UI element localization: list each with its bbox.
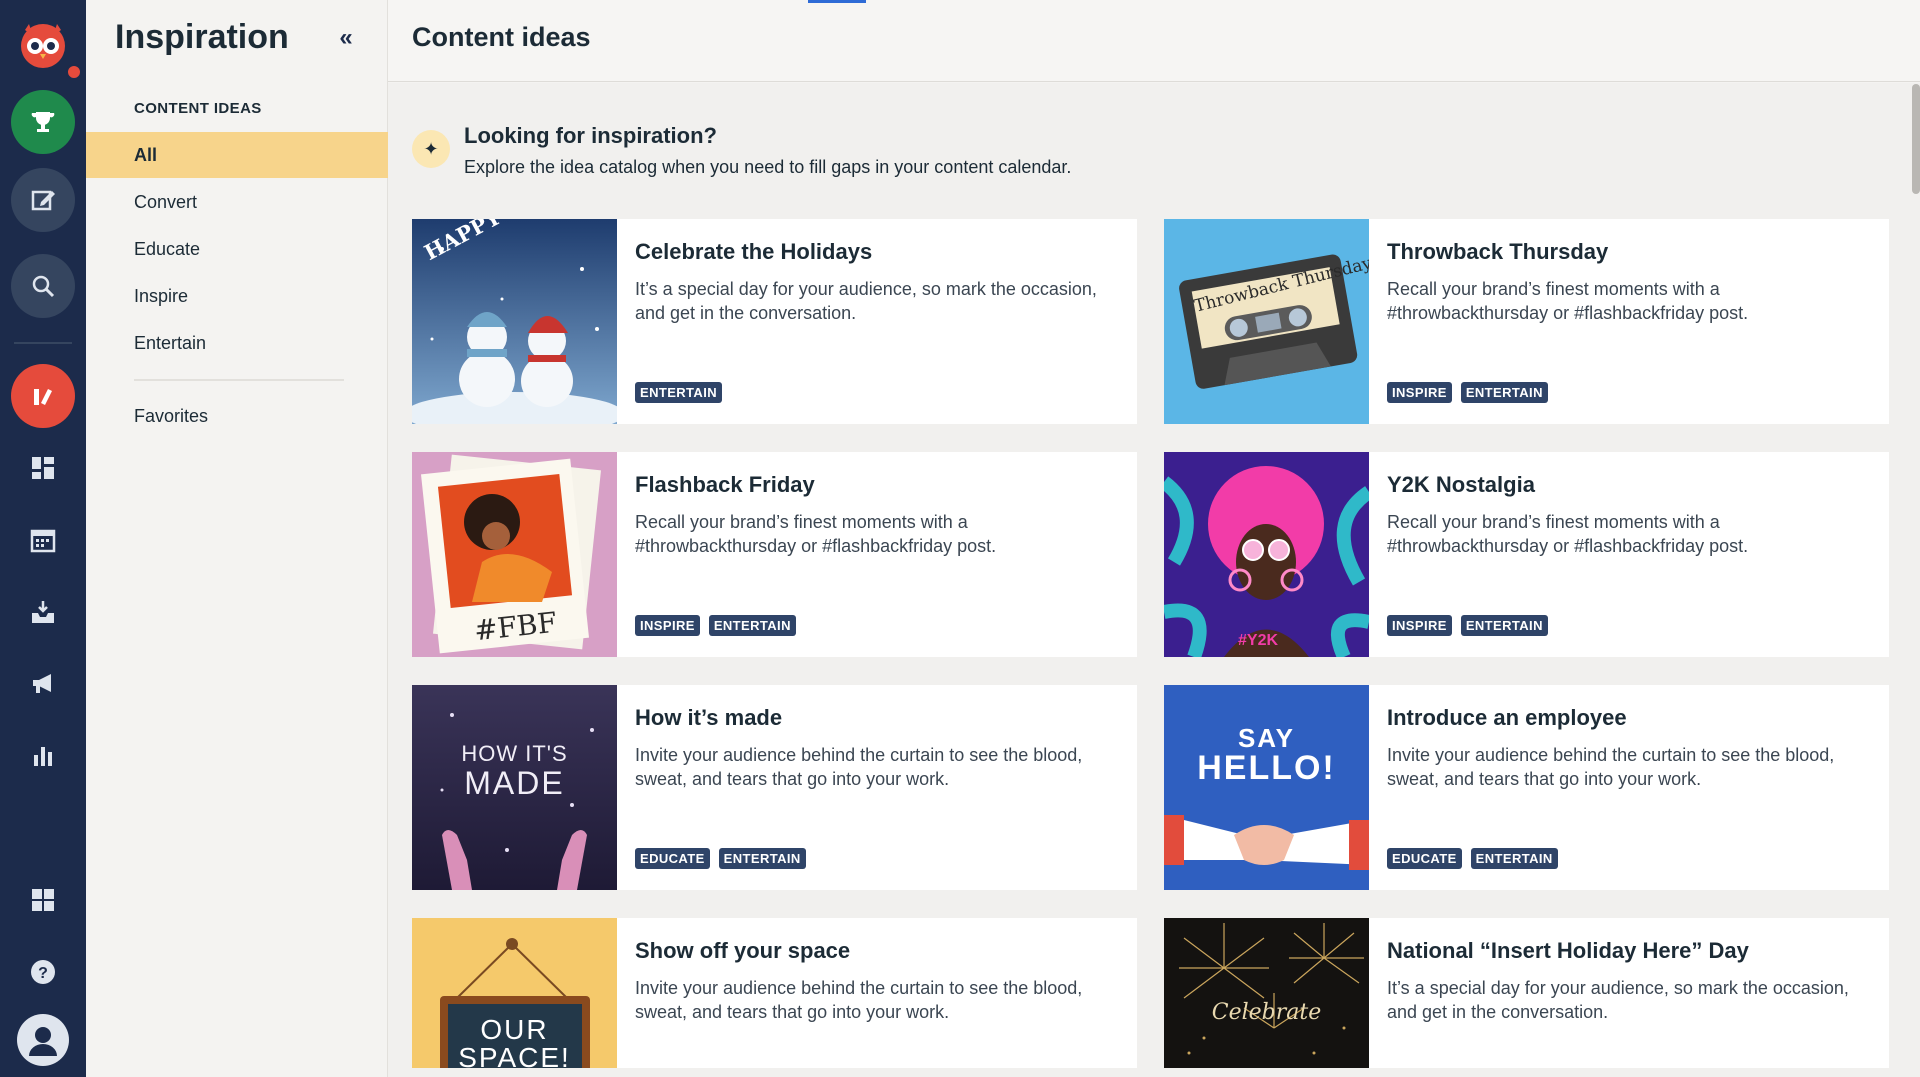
card-description: Invite your audience behind the curtain … [635, 978, 1083, 1022]
y2k-thumbnail-text: #Y2K [1238, 632, 1279, 649]
svg-text:?: ? [38, 965, 48, 982]
sidebar-item-all[interactable]: All [86, 132, 388, 178]
tag-inspire: INSPIRE [1387, 382, 1452, 403]
section-label-content-ideas: CONTENT IDEAS [134, 100, 262, 117]
idea-card-how-its-made[interactable]: HOW IT'S MADE How it’s made Invite your … [412, 685, 1137, 890]
inspiration-banner-subtitle: Explore the idea catalog when you need t… [464, 157, 1072, 177]
introduce-employee-thumbnail: SAY HELLO! [1164, 685, 1369, 890]
sidebar-item-educate[interactable]: Educate [86, 226, 388, 272]
rail-divider [14, 342, 72, 344]
inspiration-banner-title: Looking for inspiration? [464, 123, 717, 148]
card-title: Celebrate the Holidays [635, 239, 873, 264]
national-holiday-thumbnail-text: Celebrate [1211, 1000, 1322, 1025]
card-description: Recall your brand’s finest moments with … [1387, 279, 1749, 323]
y2k-thumbnail: #Y2K [1164, 452, 1369, 657]
card-title: National “Insert Holiday Here” Day [1387, 938, 1749, 963]
card-title: Y2K Nostalgia [1387, 472, 1535, 497]
introduce-employee-thumbnail-text-2: HELLO! [1197, 749, 1336, 787]
tag-inspire: INSPIRE [635, 615, 700, 636]
card-description: Recall your brand’s finest moments with … [635, 512, 997, 556]
card-tags: EDUCATE ENTERTAIN [1387, 848, 1558, 869]
tag-entertain: ENTERTAIN [708, 615, 796, 636]
how-its-made-thumbnail-text-2: MADE [464, 765, 565, 801]
apps-icon[interactable] [23, 880, 63, 920]
card-description: It’s a special day for your audience, so… [1387, 978, 1849, 1022]
card-title: Throwback Thursday [1387, 239, 1609, 264]
inbox-icon[interactable] [23, 592, 63, 632]
national-holiday-thumbnail: Celebrate [1164, 918, 1369, 1068]
idea-card-introduce-employee[interactable]: SAY HELLO! Introduce an employee Invite … [1164, 685, 1889, 890]
content-ideas-main: ✦ Looking for inspiration? Explore the i… [388, 83, 1920, 1077]
idea-card-celebrate-holidays[interactable]: HAPPY HOLIDAYS Celebrate the Holidays It… [412, 219, 1137, 424]
owl-logo-icon[interactable] [11, 12, 75, 76]
inspiration-icon[interactable] [11, 364, 75, 428]
how-its-made-thumbnail: HOW IT'S MADE [412, 685, 617, 890]
tag-entertain: ENTERTAIN [718, 848, 806, 869]
show-off-space-thumbnail: OUR SPACE! [412, 918, 617, 1068]
sidebar-item-entertain[interactable]: Entertain [86, 320, 388, 366]
analytics-icon[interactable] [23, 736, 63, 776]
card-tags: INSPIRE ENTERTAIN [635, 615, 796, 636]
how-its-made-thumbnail-text: HOW IT'S [461, 741, 568, 766]
main-scrollbar[interactable] [1912, 84, 1920, 194]
tag-educate: EDUCATE [635, 848, 710, 869]
card-title: Show off your space [635, 938, 851, 963]
holidays-thumbnail: HAPPY HOLIDAYS [412, 219, 617, 424]
sidebar-title: Inspiration [115, 18, 289, 56]
tag-entertain: ENTERTAIN [635, 382, 723, 403]
page-title: Content ideas [412, 22, 591, 52]
idea-card-show-off-space[interactable]: OUR SPACE! Show off your space Invite yo… [412, 918, 1137, 1068]
notification-dot [66, 64, 82, 80]
app-rail: ? [0, 0, 86, 1077]
card-title: Flashback Friday [635, 472, 815, 497]
throwback-thumbnail: Throwback Thursday [1164, 219, 1369, 424]
card-tags: INSPIRE ENTERTAIN [1387, 615, 1548, 636]
tag-entertain: ENTERTAIN [1460, 382, 1548, 403]
card-description: Invite your audience behind the curtain … [1387, 745, 1835, 789]
page-header: Content ideas [388, 0, 1920, 82]
card-description: It’s a special day for your audience, so… [635, 279, 1097, 323]
compose-icon[interactable] [11, 168, 75, 232]
card-tags: EDUCATE ENTERTAIN [635, 848, 806, 869]
sidebar-item-inspire[interactable]: Inspire [86, 273, 388, 319]
card-title: Introduce an employee [1387, 705, 1627, 730]
idea-card-flashback-friday[interactable]: #FBF Flashback Friday Recall your brand’… [412, 452, 1137, 657]
active-tab-indicator [808, 0, 866, 3]
calendar-icon[interactable] [23, 520, 63, 560]
profile-icon[interactable] [17, 1014, 69, 1066]
card-description: Invite your audience behind the curtain … [635, 745, 1083, 789]
help-icon[interactable]: ? [23, 952, 63, 992]
dashboard-icon[interactable] [23, 448, 63, 488]
tag-entertain: ENTERTAIN [1460, 615, 1548, 636]
card-description: Recall your brand’s finest moments with … [1387, 512, 1749, 556]
sidebar-item-favorites[interactable]: Favorites [86, 393, 388, 439]
collapse-sidebar-icon[interactable]: « [328, 20, 364, 56]
search-icon[interactable] [11, 254, 75, 318]
sparkle-icon: ✦ [412, 130, 450, 168]
tag-inspire: INSPIRE [1387, 615, 1452, 636]
idea-card-national-holiday[interactable]: Celebrate National “Insert Holiday Here”… [1164, 918, 1889, 1068]
flashback-thumbnail: #FBF [412, 452, 617, 657]
tag-entertain: ENTERTAIN [1470, 848, 1558, 869]
sidebar-divider [134, 379, 344, 381]
card-tags: INSPIRE ENTERTAIN [1387, 382, 1548, 403]
show-off-space-thumbnail-text-2: SPACE! [458, 1042, 571, 1068]
inspiration-sidebar: Inspiration « CONTENT IDEAS All Convert … [86, 0, 388, 1077]
megaphone-icon[interactable] [23, 664, 63, 704]
tag-educate: EDUCATE [1387, 848, 1462, 869]
trophy-icon[interactable] [11, 90, 75, 154]
card-title: How it’s made [635, 705, 783, 730]
idea-card-throwback-thursday[interactable]: Throwback Thursday Throwback Thursday Re… [1164, 219, 1889, 424]
card-tags: ENTERTAIN [635, 382, 723, 403]
idea-card-y2k-nostalgia[interactable]: #Y2K Y2K Nostalgia Recall your brand’s f… [1164, 452, 1889, 657]
sidebar-item-convert[interactable]: Convert [86, 179, 388, 225]
